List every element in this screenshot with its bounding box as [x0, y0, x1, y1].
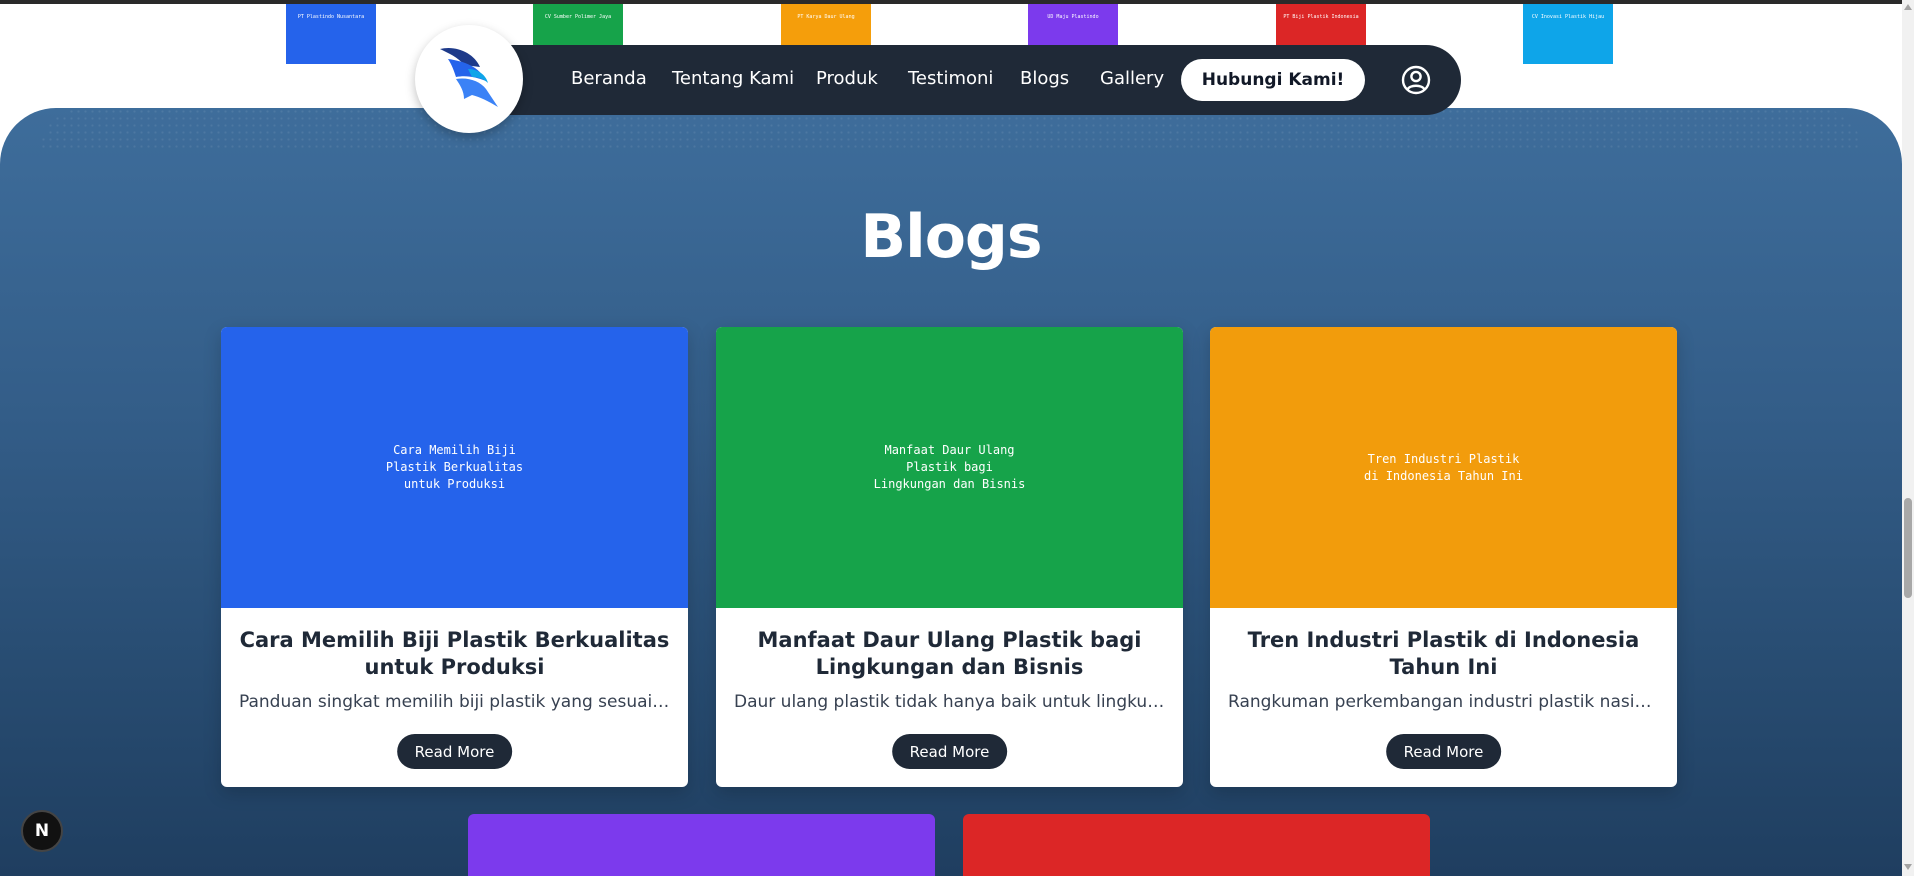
blog-card-title[interactable]: Tren Industri Plastik di Indonesia Tahun… — [1210, 627, 1677, 681]
page-scrollbar[interactable] — [1902, 0, 1914, 876]
blog-card-peek[interactable] — [963, 814, 1430, 876]
partner-tile-label: PT Plastindo Nusantara — [297, 14, 365, 20]
blog-card-title[interactable]: Manfaat Daur Ulang Plastik bagi Lingkung… — [716, 627, 1183, 681]
blog-card-image: Cara Memilih Biji Plastik Berkualitas un… — [221, 327, 688, 608]
scroll-down-arrow-icon[interactable] — [1904, 864, 1912, 870]
site-logo[interactable] — [415, 25, 523, 133]
user-circle-icon[interactable] — [1399, 63, 1433, 97]
partner-tile: PT Plastindo Nusantara — [286, 4, 376, 64]
blog-card-image-text: Tren Industri Plastik di Indonesia Tahun… — [1364, 451, 1523, 483]
blog-card-image-text: Cara Memilih Biji Plastik Berkualitas un… — [385, 443, 524, 491]
blog-card-description: Rangkuman perkembangan industri plastik … — [1228, 692, 1677, 712]
scroll-up-arrow-icon[interactable] — [1904, 4, 1912, 10]
blog-card-image: Manfaat Daur Ulang Plastik bagi Lingkung… — [716, 327, 1183, 608]
read-more-button[interactable]: Read More — [1385, 734, 1502, 769]
read-more-button[interactable]: Read More — [396, 734, 513, 769]
partner-tile-label: CV Inovasi Plastik Hijau — [1531, 14, 1605, 20]
bird-logo-icon — [440, 47, 498, 107]
nav-link-tentang-kami[interactable]: Tentang Kami — [672, 68, 794, 89]
contact-us-button[interactable]: Hubungi Kami! — [1181, 59, 1365, 101]
blog-card: Tren Industri Plastik di Indonesia Tahun… — [1210, 327, 1677, 787]
partner-tile-label: UD Maju Plastindo — [1047, 14, 1099, 20]
blog-card-description: Daur ulang plastik tidak hanya baik untu… — [734, 692, 1183, 712]
blog-card-title[interactable]: Cara Memilih Biji Plastik Berkualitas un… — [221, 627, 688, 681]
nav-link-beranda[interactable]: Beranda — [571, 68, 647, 89]
partner-tile-label: PT Biji Plastik Indonesia — [1283, 14, 1359, 20]
blog-card-description: Panduan singkat memilih biji plastik yan… — [239, 692, 688, 712]
scrollbar-thumb[interactable] — [1904, 498, 1912, 598]
blog-card-image-text: Manfaat Daur Ulang Plastik bagi Lingkung… — [873, 443, 1026, 491]
dev-tools-badge[interactable]: N — [21, 810, 63, 852]
blog-card: Manfaat Daur Ulang Plastik bagi Lingkung… — [716, 327, 1183, 787]
blog-card-image: Tren Industri Plastik di Indonesia Tahun… — [1210, 327, 1677, 608]
nav-link-produk[interactable]: Produk — [816, 68, 878, 89]
read-more-button[interactable]: Read More — [891, 734, 1008, 769]
blog-card-peek[interactable] — [468, 814, 935, 876]
nav-link-testimoni[interactable]: Testimoni — [908, 68, 993, 89]
partner-tile-label: PT Karya Daur Ulang — [797, 14, 855, 20]
nav-link-blogs[interactable]: Blogs — [1020, 68, 1069, 89]
section-heading: Blogs — [860, 202, 1042, 272]
partner-tile: CV Inovasi Plastik Hijau — [1523, 4, 1613, 64]
blog-card: Cara Memilih Biji Plastik Berkualitas un… — [221, 327, 688, 787]
nav-link-gallery[interactable]: Gallery — [1100, 68, 1164, 89]
partner-tile-label: CV Sumber Polimer Jaya — [544, 14, 612, 20]
main-navbar: Beranda Tentang Kami Produk Testimoni Bl… — [470, 45, 1461, 115]
